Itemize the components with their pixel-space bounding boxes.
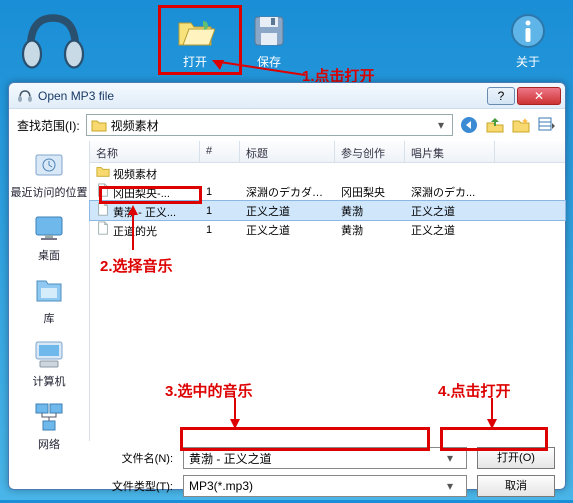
sidebar-desktop[interactable]: 桌面 — [9, 210, 89, 263]
col-name[interactable]: 名称 — [90, 141, 200, 162]
col-num[interactable]: # — [200, 141, 240, 162]
views-icon[interactable] — [537, 115, 557, 135]
dialog-titlebar: Open MP3 file ? ✕ — [9, 83, 565, 109]
col-album[interactable]: 唱片集 — [405, 141, 495, 162]
open-button[interactable]: 打开(O) — [477, 447, 555, 469]
save-app-label: 保存 — [234, 53, 304, 70]
dialog-bottom: 文件名(N): 黄渤 - 正义之道 ▾ 打开(O) 文件类型(T): MP3(*… — [9, 441, 565, 503]
sidebar-library[interactable]: 库 — [9, 273, 89, 326]
file-row[interactable]: 冈田梨央-...1深淵のデカダン...冈田梨央深淵のデカ... — [90, 182, 565, 201]
lookin-value: 视频素材 — [111, 117, 159, 134]
filetype-value: MP3(*.mp3) — [189, 479, 253, 493]
columns-header[interactable]: 名称 # 标题 参与创作的... 唱片集 — [90, 141, 565, 163]
file-row[interactable]: 黄渤 - 正义...1正义之道黄渤正义之道 — [90, 201, 565, 220]
col-artist[interactable]: 参与创作的... — [335, 141, 405, 162]
file-rows: 视频素材 冈田梨央-...1深淵のデカダン...冈田梨央深淵のデカ... 黄渤 … — [90, 163, 565, 441]
headphones-logo — [8, 3, 98, 78]
new-folder-icon[interactable] — [511, 115, 531, 135]
chevron-down-icon: ▾ — [447, 451, 461, 465]
lookin-row: 查找范围(I): 视频素材 ▾ — [9, 109, 565, 141]
headphones-icon — [17, 88, 33, 104]
col-title[interactable]: 标题 — [240, 141, 335, 162]
dialog-title: Open MP3 file — [38, 89, 487, 103]
file-list: 名称 # 标题 参与创作的... 唱片集 视频素材 冈田梨央-...1深淵のデカ… — [89, 141, 565, 441]
chevron-down-icon: ▾ — [434, 115, 448, 135]
filename-combo[interactable]: 黄渤 - 正义之道 ▾ — [183, 447, 467, 469]
about-app-button[interactable]: 关于 — [493, 11, 563, 70]
filetype-label: 文件类型(T): — [109, 478, 173, 494]
chevron-down-icon: ▾ — [447, 479, 461, 493]
sidebar-network[interactable]: 网络 — [9, 399, 89, 452]
sidebar-recent[interactable]: 最近访问的位置 — [9, 147, 89, 200]
open-file-dialog: Open MP3 file ? ✕ 查找范围(I): 视频素材 ▾ 最近访问的位… — [8, 82, 566, 490]
filename-value: 黄渤 - 正义之道 — [189, 450, 272, 467]
cancel-button[interactable]: 取消 — [477, 475, 555, 497]
open-app-label: 打开 — [160, 53, 230, 70]
host-toolbar: 打开 保存 关于 — [0, 0, 573, 80]
folder-row[interactable]: 视频素材 — [90, 163, 565, 182]
lookin-combo[interactable]: 视频素材 ▾ — [86, 114, 453, 136]
folder-icon — [91, 117, 107, 133]
file-row[interactable]: 正道的光1正义之道黄渤正义之道 — [90, 220, 565, 239]
back-icon[interactable] — [459, 115, 479, 135]
filename-label: 文件名(N): — [109, 450, 173, 466]
about-app-label: 关于 — [493, 53, 563, 70]
help-button[interactable]: ? — [487, 87, 515, 105]
filetype-combo[interactable]: MP3(*.mp3) ▾ — [183, 475, 467, 497]
up-icon[interactable] — [485, 115, 505, 135]
open-app-button[interactable]: 打开 — [160, 11, 230, 70]
lookin-label: 查找范围(I): — [17, 117, 80, 134]
save-app-button[interactable]: 保存 — [234, 11, 304, 70]
sidebar-computer[interactable]: 计算机 — [9, 336, 89, 389]
places-sidebar: 最近访问的位置 桌面 库 计算机 网络 — [9, 141, 89, 441]
close-button[interactable]: ✕ — [517, 87, 561, 105]
